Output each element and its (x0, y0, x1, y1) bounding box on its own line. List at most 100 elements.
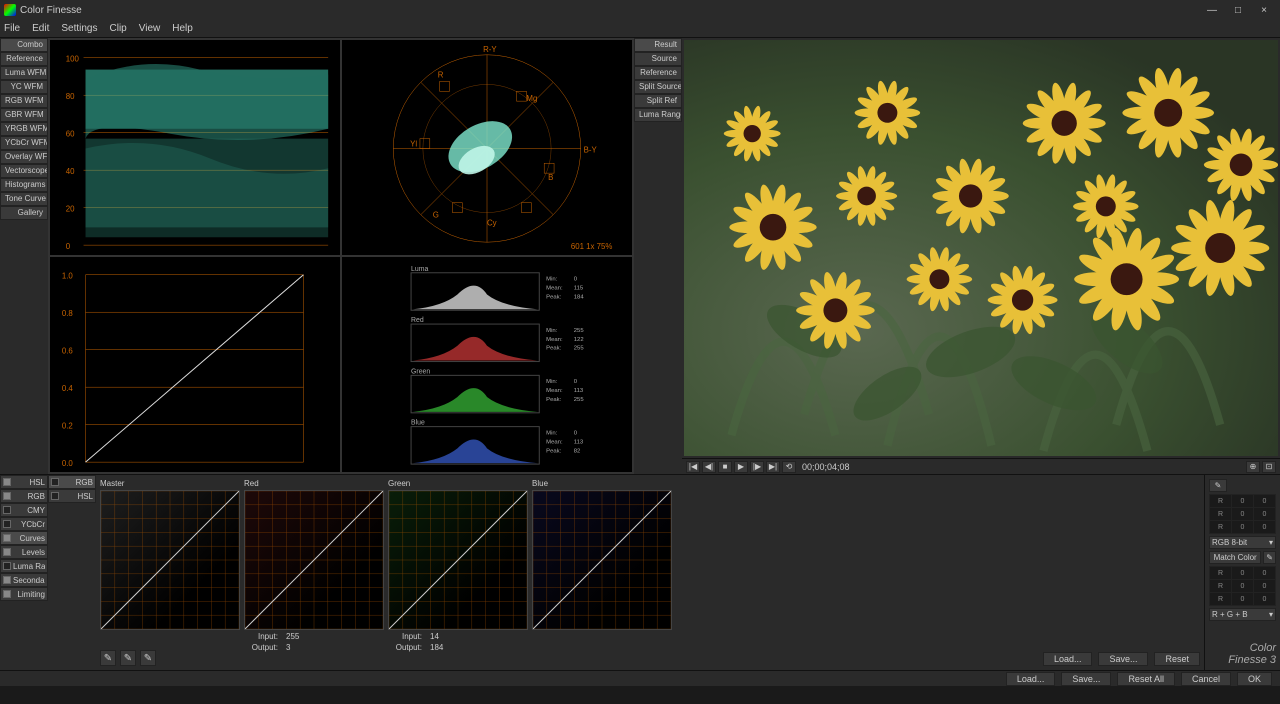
brand-label: Color Finesse 3 (1209, 642, 1276, 666)
tab-rgb-wfm[interactable]: RGB WFM (0, 94, 48, 108)
correction-tab-secondary[interactable]: Secondary (0, 573, 48, 587)
checkbox-icon[interactable] (3, 590, 11, 598)
maximize-button[interactable]: □ (1226, 2, 1250, 18)
ptab-source[interactable]: Source (634, 52, 682, 66)
line-icon[interactable]: ✎ (140, 650, 156, 666)
menu-clip[interactable]: Clip (110, 23, 127, 34)
correction-tab-luma-range[interactable]: Luma Range (0, 559, 48, 573)
play-button[interactable]: ▶ (734, 461, 748, 473)
correction-tab-curves[interactable]: Curves (0, 531, 48, 545)
tab-gbr-wfm[interactable]: GBR WFM (0, 108, 48, 122)
zoom-tool-icon[interactable]: ⊕ (1246, 461, 1260, 473)
checkbox-icon[interactable] (51, 478, 59, 486)
scope-tabs: Combo Reference Luma WFM YC WFM RGB WFM … (0, 38, 48, 474)
curves-reset-button[interactable]: Reset (1154, 652, 1200, 666)
minimize-button[interactable]: — (1200, 2, 1224, 18)
match-eyedropper-icon[interactable]: ✎ (1263, 551, 1276, 564)
ptab-result[interactable]: Result (634, 38, 682, 52)
goto-start-button[interactable]: |◀ (686, 461, 700, 473)
correction-tab-cmy[interactable]: CMY (0, 503, 48, 517)
tab-ycbcr-wfm[interactable]: YCbCr WFM (0, 136, 48, 150)
svg-text:0.6: 0.6 (62, 347, 74, 356)
svg-text:B: B (548, 173, 553, 182)
load-button[interactable]: Load... (1006, 672, 1056, 686)
svg-text:B-Y: B-Y (584, 145, 598, 154)
tab-histograms[interactable]: Histograms (0, 178, 48, 192)
pencil-icon[interactable]: ✎ (100, 650, 116, 666)
tab-overlay-wfm[interactable]: Overlay WFM (0, 150, 48, 164)
tab-vectorscope[interactable]: Vectorscope (0, 164, 48, 178)
menu-view[interactable]: View (139, 23, 161, 34)
step-fwd-button[interactable]: |▶ (750, 461, 764, 473)
loop-button[interactable]: ⟲ (782, 461, 796, 473)
curves-save-button[interactable]: Save... (1098, 652, 1148, 666)
curve-subtab-hsl[interactable]: HSL (48, 489, 96, 503)
goto-end-button[interactable]: ▶| (766, 461, 780, 473)
svg-text:20: 20 (66, 205, 75, 214)
ptab-reference[interactable]: Reference (634, 66, 682, 80)
checkbox-icon[interactable] (51, 492, 59, 500)
curve-subtab-rgb[interactable]: RGB (48, 475, 96, 489)
curve-editor-blue[interactable]: Blue (532, 479, 672, 666)
close-button[interactable]: × (1252, 2, 1276, 18)
ptab-luma-ranges[interactable]: Luma Ranges (634, 108, 682, 122)
waveform-scope[interactable]: 100 80 60 40 20 0 (49, 39, 341, 256)
footer: Load... Save... Reset All Cancel OK (0, 670, 1280, 686)
tab-yc-wfm[interactable]: YC WFM (0, 80, 48, 94)
correction-tab-rgb[interactable]: RGB (0, 489, 48, 503)
tone-curve-scope[interactable]: 1.0 0.8 0.6 0.4 0.2 0.0 (49, 256, 341, 473)
curve-editor-green[interactable]: Green Input:14Output:184 (388, 479, 528, 666)
mode-dropdown[interactable]: RGB 8-bit▾ (1209, 536, 1276, 549)
reset-all-button[interactable]: Reset All (1117, 672, 1175, 686)
menu-help[interactable]: Help (172, 23, 193, 34)
tab-reference[interactable]: Reference (0, 52, 48, 66)
svg-text:60: 60 (66, 130, 75, 139)
tab-label: Limiting (13, 590, 45, 599)
correction-tab-levels[interactable]: Levels (0, 545, 48, 559)
tab-yrgb-wfm[interactable]: YRGB WFM (0, 122, 48, 136)
correction-tab-hsl[interactable]: HSL (0, 475, 48, 489)
checkbox-icon[interactable] (3, 562, 11, 570)
menu-file[interactable]: File (4, 23, 20, 34)
cancel-button[interactable]: Cancel (1181, 672, 1231, 686)
smooth-icon[interactable]: ✎ (120, 650, 136, 666)
sample-grid-top: R00 R00 R00 (1209, 494, 1276, 534)
ptab-split-ref[interactable]: Split Ref (634, 94, 682, 108)
curve-editor-red[interactable]: Red Input:255Output:3 (244, 479, 384, 666)
window-controls: — □ × (1200, 2, 1276, 18)
checkbox-icon[interactable] (3, 506, 11, 514)
correction-tab-ycbcr[interactable]: YCbCr (0, 517, 48, 531)
menu-settings[interactable]: Settings (61, 23, 97, 34)
checkbox-icon[interactable] (3, 492, 11, 500)
checkbox-icon[interactable] (3, 548, 11, 556)
checkbox-icon[interactable] (3, 520, 11, 528)
tab-gallery[interactable]: Gallery (0, 206, 48, 220)
correction-tab-limiting[interactable]: Limiting (0, 587, 48, 601)
menu-edit[interactable]: Edit (32, 23, 49, 34)
checkbox-icon[interactable] (3, 478, 11, 486)
tab-tone-curve[interactable]: Tone Curve (0, 192, 48, 206)
ok-button[interactable]: OK (1237, 672, 1272, 686)
checkbox-icon[interactable] (3, 534, 11, 542)
curve-editor-master[interactable]: Master (100, 479, 240, 666)
curves-load-button[interactable]: Load... (1043, 652, 1093, 666)
svg-text:Peak:: Peak: (546, 397, 561, 403)
preview-image[interactable] (684, 40, 1278, 456)
fit-tool-icon[interactable]: ⊡ (1262, 461, 1276, 473)
step-back-button[interactable]: ◀| (702, 461, 716, 473)
vectorscope[interactable]: R R-Y Mg B B-Y Cy G Yl 601 1x 75% (341, 39, 633, 256)
svg-text:255: 255 (574, 346, 585, 352)
menubar: File Edit Settings Clip View Help (0, 20, 1280, 38)
checkbox-icon[interactable] (3, 576, 11, 584)
tab-combo[interactable]: Combo (0, 38, 48, 52)
match-color-button[interactable]: Match Color (1209, 551, 1261, 564)
stop-button[interactable]: ■ (718, 461, 732, 473)
combine-dropdown[interactable]: R + G + B▾ (1209, 608, 1276, 621)
histograms-scope[interactable]: LumaMin:0Mean:115Peak:184RedMin:255Mean:… (341, 256, 633, 473)
svg-text:Min:: Min: (546, 277, 558, 283)
ptab-split-source[interactable]: Split Source (634, 80, 682, 94)
svg-text:122: 122 (574, 337, 584, 343)
save-button[interactable]: Save... (1061, 672, 1111, 686)
tab-luma-wfm[interactable]: Luma WFM (0, 66, 48, 80)
eyedropper-icon[interactable]: ✎ (1209, 479, 1227, 492)
